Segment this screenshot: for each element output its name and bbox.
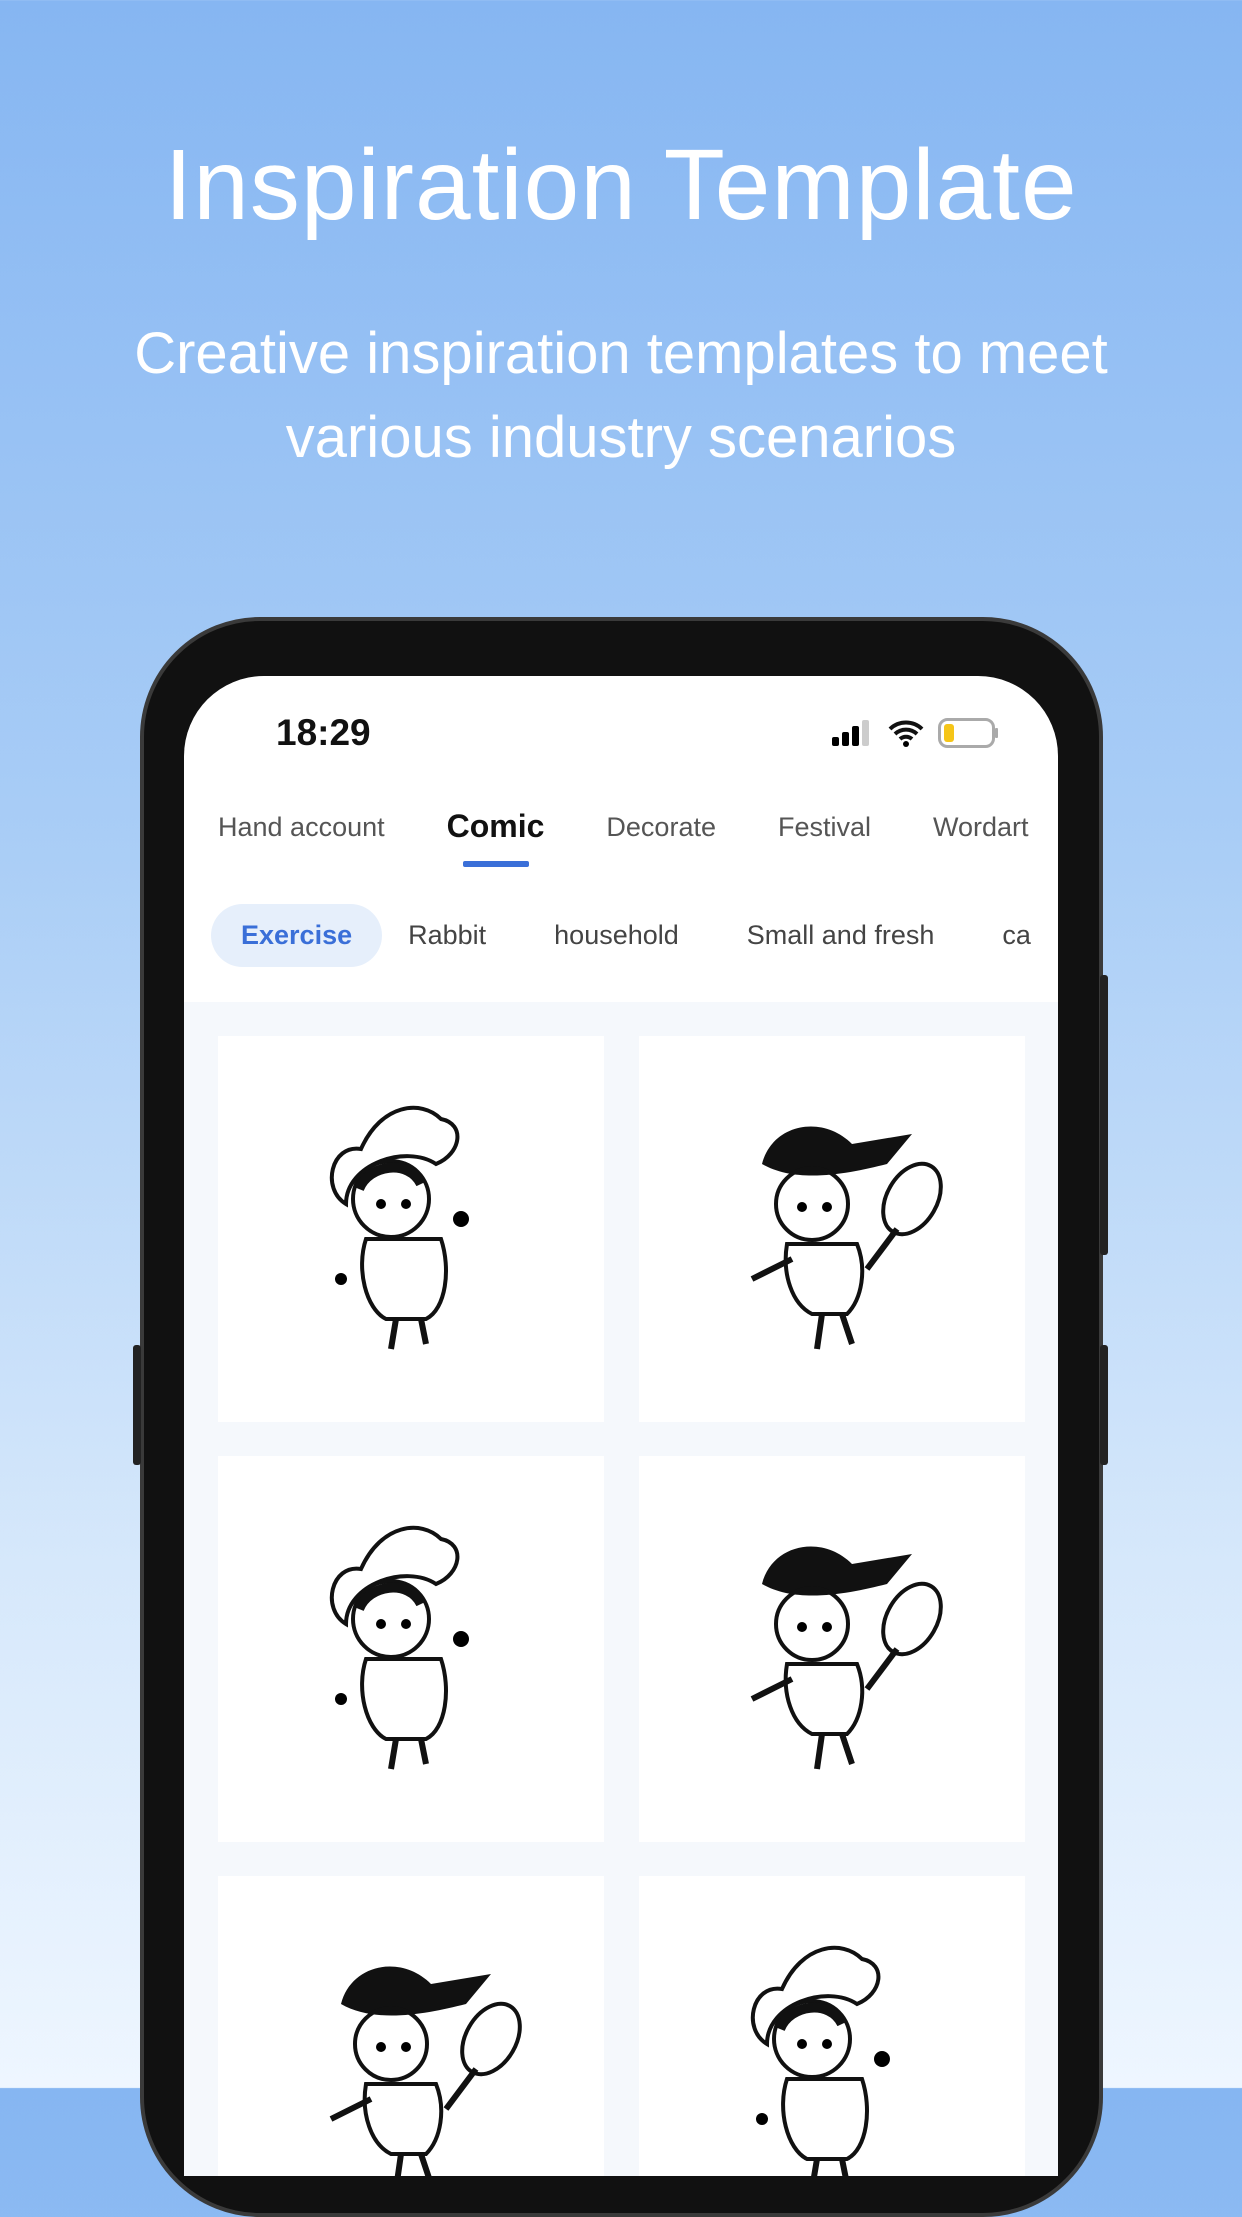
wifi-icon	[888, 720, 924, 747]
template-card[interactable]	[218, 1456, 604, 1842]
tab-comic[interactable]: Comic	[447, 808, 545, 845]
chip-ca[interactable]: ca	[982, 904, 1051, 967]
tennis-illustration	[750, 1126, 943, 1350]
chef-illustration	[329, 1525, 469, 1770]
template-card[interactable]	[218, 1876, 604, 2176]
template-card[interactable]	[639, 1876, 1025, 2176]
category-tabs: Hand account Comic Decorate Festival Wor…	[218, 808, 1058, 845]
subcategory-chips: Exercise Rabbit household Small and fres…	[211, 904, 1058, 967]
chip-small-and-fresh[interactable]: Small and fresh	[727, 904, 955, 967]
hero-title: Inspiration Template	[164, 129, 1078, 241]
signal-icon	[832, 720, 869, 746]
tennis-illustration	[329, 1966, 522, 2176]
battery-icon	[938, 718, 998, 748]
app-screen: 18:29 Hand account Comic Decorate Festiv…	[184, 676, 1058, 2176]
chip-rabbit[interactable]: Rabbit	[388, 904, 506, 967]
tennis-illustration	[750, 1546, 943, 1770]
status-time: 18:29	[276, 712, 371, 753]
tab-festival[interactable]: Festival	[778, 812, 871, 845]
tab-hand-account[interactable]: Hand account	[218, 812, 385, 845]
template-card[interactable]	[639, 1036, 1025, 1422]
template-card[interactable]	[639, 1456, 1025, 1842]
phone-side-button	[1100, 1345, 1108, 1465]
chef-illustration	[329, 1105, 469, 1350]
chef-illustration	[750, 1945, 890, 2176]
template-card[interactable]	[218, 1036, 604, 1422]
chip-exercise[interactable]: Exercise	[211, 904, 383, 967]
chip-household[interactable]: household	[534, 904, 699, 967]
tab-wordart[interactable]: Wordart	[933, 812, 1029, 845]
status-icons	[830, 718, 1000, 748]
template-grid	[184, 1002, 1058, 2176]
hero-subtitle: Creative inspiration templates to meet v…	[134, 321, 1108, 470]
tab-decorate[interactable]: Decorate	[606, 812, 716, 845]
phone-side-button	[1100, 975, 1108, 1255]
phone-side-button	[133, 1345, 141, 1465]
